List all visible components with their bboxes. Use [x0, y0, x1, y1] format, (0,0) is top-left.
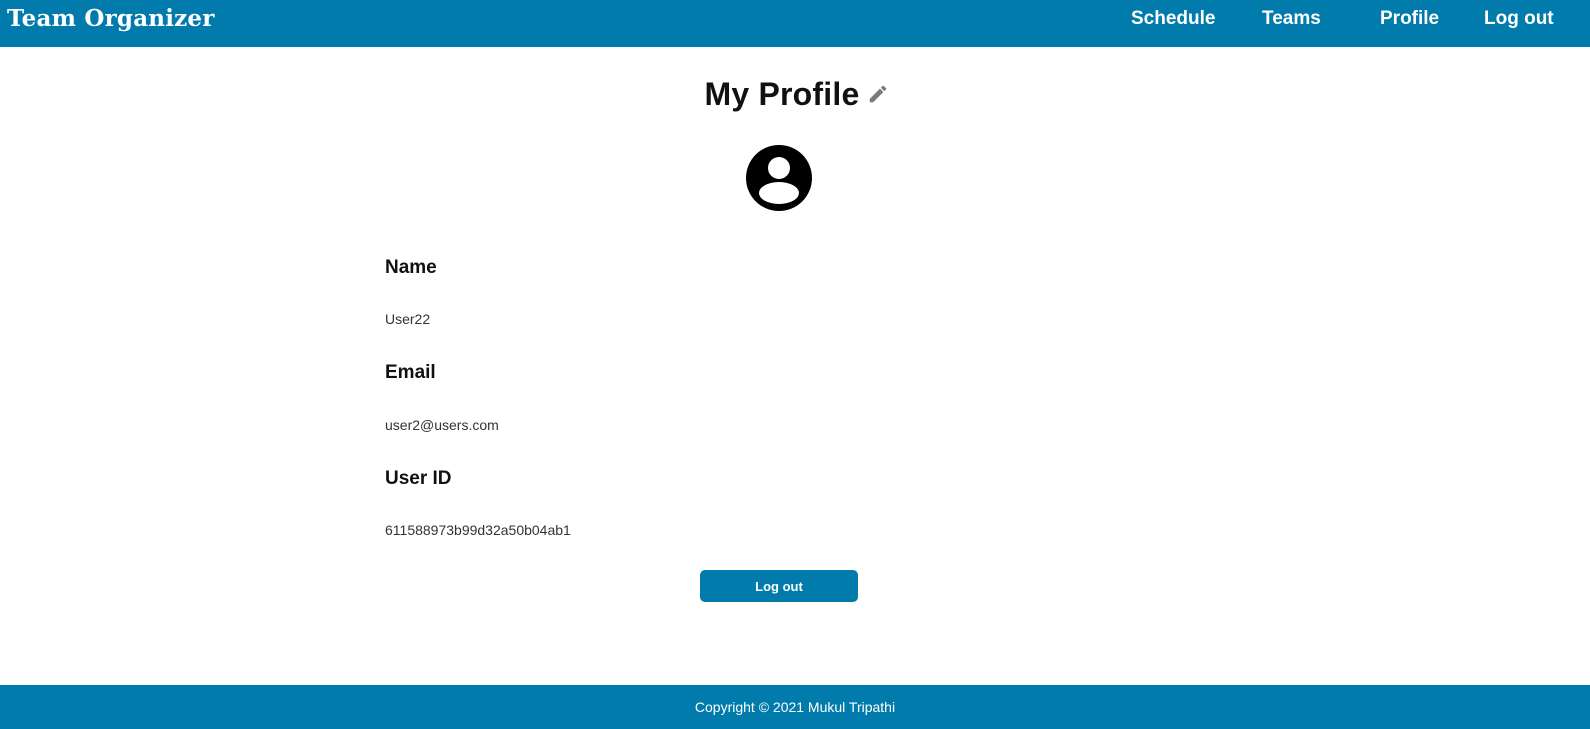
title-group: My Profile	[705, 76, 890, 113]
title-row: My Profile	[0, 74, 1590, 114]
copyright-text: Copyright © 2021 Mukul Tripathi	[694, 699, 896, 715]
email-value: user2@users.com	[385, 417, 499, 433]
brand-logo[interactable]: Team Organizer	[7, 5, 215, 32]
nav-link-teams[interactable]: Teams	[1262, 8, 1321, 30]
pencil-icon[interactable]	[867, 83, 889, 105]
user-id-label: User ID	[385, 468, 452, 489]
name-label: Name	[385, 257, 437, 278]
email-label: Email	[385, 362, 436, 383]
user-id-value: 611588973b99d32a50b04ab1	[385, 522, 571, 538]
nav-link-profile[interactable]: Profile	[1380, 8, 1439, 30]
account-circle-icon	[746, 145, 812, 211]
page-title: My Profile	[704, 75, 860, 112]
top-navbar: Team Organizer Schedule Teams Profile Lo…	[0, 0, 1590, 47]
footer: Copyright © 2021 Mukul Tripathi	[0, 685, 1590, 729]
name-value: User22	[385, 311, 431, 327]
log-out-button[interactable]: Log out	[700, 570, 858, 602]
nav-link-schedule[interactable]: Schedule	[1131, 8, 1215, 30]
nav-link-log-out[interactable]: Log out	[1484, 8, 1554, 30]
